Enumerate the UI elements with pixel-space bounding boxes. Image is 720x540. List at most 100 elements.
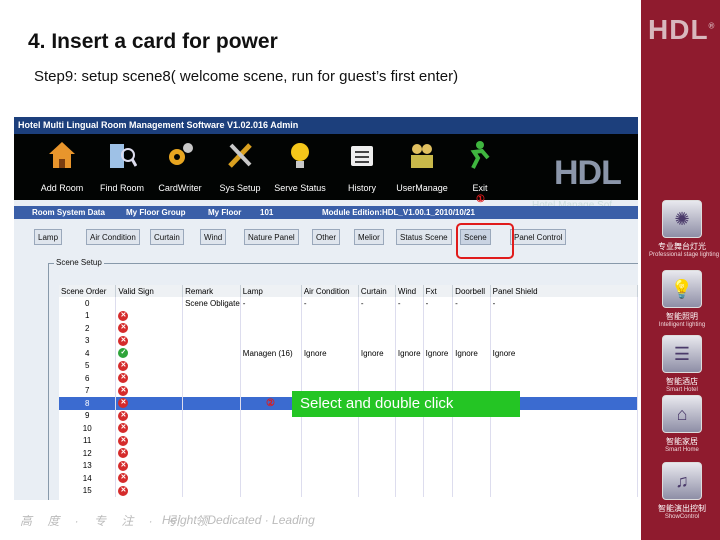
toolbar-button-sys-setup[interactable]: Sys Setup bbox=[210, 134, 270, 200]
column-header[interactable]: Doorbell bbox=[452, 285, 491, 297]
toolbar-button-find-room[interactable]: Find Room bbox=[92, 134, 152, 200]
stage-lighting-icon: ✺ bbox=[662, 200, 702, 238]
table-row[interactable]: 15 ✕ bbox=[59, 484, 638, 497]
cell-air bbox=[301, 422, 359, 435]
cell-remark bbox=[182, 334, 241, 347]
cell-remark bbox=[182, 484, 241, 497]
column-header[interactable]: Valid Sign bbox=[115, 285, 184, 297]
cell-air bbox=[301, 322, 359, 335]
toolbar-button-cardwriter[interactable]: CardWriter bbox=[150, 134, 210, 200]
table-row[interactable]: 11 ✕ bbox=[59, 434, 638, 447]
cell-air bbox=[301, 372, 359, 385]
table-row[interactable]: 5 ✕ bbox=[59, 359, 638, 372]
cell-curtain bbox=[358, 359, 396, 372]
tab-air-condition[interactable]: Air Condition bbox=[86, 229, 140, 245]
cell-panel: - bbox=[490, 297, 638, 310]
cell-remark bbox=[182, 397, 241, 410]
valid-sign-cell: ✕ bbox=[115, 372, 184, 385]
table-row[interactable]: 6 ✕ bbox=[59, 372, 638, 385]
valid-sign-cell: ✕ bbox=[115, 472, 184, 485]
cell-lamp bbox=[240, 459, 302, 472]
tab-panel-control[interactable]: Panel Control bbox=[510, 229, 567, 245]
toolbar-button-history[interactable]: History bbox=[332, 134, 392, 200]
list-icon bbox=[347, 140, 377, 170]
cell-order: 11 bbox=[59, 434, 117, 447]
cell-door bbox=[452, 359, 491, 372]
table-row[interactable]: 13 ✕ bbox=[59, 459, 638, 472]
floor-link[interactable]: My Floor bbox=[208, 208, 241, 217]
cell-curtain bbox=[358, 309, 396, 322]
table-row[interactable]: 0 Scene Obligate - - - - - - - bbox=[59, 297, 638, 310]
cell-door: - bbox=[452, 297, 491, 310]
column-header[interactable]: Panel Shield bbox=[490, 285, 638, 297]
toolbar-label: Exit bbox=[472, 183, 488, 193]
footer-slogan-en: Height · Dedicated · Leading bbox=[162, 513, 315, 527]
table-row[interactable]: 10 ✕ bbox=[59, 422, 638, 435]
toolbar-button-usermanage[interactable]: UserManage bbox=[392, 134, 452, 200]
toolbar-label: Serve Status bbox=[274, 183, 326, 193]
toolbar-button-exit[interactable]: Exit bbox=[450, 134, 510, 200]
toolbar-button-serve-status[interactable]: Serve Status bbox=[270, 134, 330, 200]
hotel-icon: ☰ bbox=[662, 335, 702, 373]
cell-fxt bbox=[423, 484, 454, 497]
cell-door bbox=[452, 434, 491, 447]
cell-remark bbox=[182, 347, 241, 360]
annotation-marker-2: ② bbox=[266, 398, 275, 409]
cell-door bbox=[452, 447, 491, 460]
invalid-x-icon: ✕ bbox=[118, 385, 129, 396]
tab-lamp[interactable]: Lamp bbox=[34, 229, 63, 245]
cell-order: 15 bbox=[59, 484, 117, 497]
invalid-x-icon: ✕ bbox=[118, 435, 129, 446]
table-row[interactable]: 1 ✕ bbox=[59, 309, 638, 322]
column-header[interactable]: Curtain bbox=[358, 285, 396, 297]
column-header[interactable]: Wind bbox=[395, 285, 424, 297]
toolbar-label: Find Room bbox=[99, 183, 144, 193]
bulb-icon: 💡 bbox=[662, 270, 702, 308]
cell-door bbox=[452, 322, 491, 335]
cell-lamp bbox=[240, 309, 302, 322]
tab-melior[interactable]: Melior bbox=[354, 229, 384, 245]
toolbar-label: UserManage bbox=[396, 183, 448, 193]
cell-fxt bbox=[423, 434, 454, 447]
cell-panel bbox=[490, 422, 638, 435]
table-row[interactable]: 14 ✕ bbox=[59, 472, 638, 485]
column-header[interactable]: Scene Order bbox=[59, 285, 117, 297]
valid-sign-cell: ✕ bbox=[115, 397, 184, 410]
cell-order: 9 bbox=[59, 409, 117, 422]
tab-other[interactable]: Other bbox=[312, 229, 341, 245]
valid-sign-cell: ✕ bbox=[115, 447, 184, 460]
column-header[interactable]: Air Condition bbox=[301, 285, 359, 297]
column-header[interactable]: Fxt bbox=[423, 285, 454, 297]
floor-group-link[interactable]: My Floor Group bbox=[126, 208, 186, 217]
tab-nature-panel[interactable]: Nature Panel bbox=[244, 229, 299, 245]
table-row[interactable]: 4 ✓ Managen (16) Ignore Ignore Ignore Ignore Ig… bbox=[59, 347, 638, 360]
table-row[interactable]: 2 ✕ bbox=[59, 322, 638, 335]
cell-order: 10 bbox=[59, 422, 117, 435]
show-control-icon: ♫ bbox=[662, 462, 702, 500]
sidebar-item-cn: 专业舞台灯光 bbox=[658, 242, 706, 251]
cell-curtain bbox=[358, 447, 396, 460]
cell-order: 14 bbox=[59, 472, 117, 485]
house-icon bbox=[47, 140, 77, 170]
table-row[interactable]: 3 ✕ bbox=[59, 334, 638, 347]
valid-sign-cell: ✕ bbox=[115, 409, 184, 422]
toolbar-button-add-room[interactable]: Add Room bbox=[32, 134, 92, 200]
cell-door bbox=[452, 484, 491, 497]
table-row[interactable]: 12 ✕ bbox=[59, 447, 638, 460]
column-header[interactable]: Lamp bbox=[240, 285, 302, 297]
cell-remark bbox=[182, 459, 241, 472]
cell-order: 3 bbox=[59, 334, 117, 347]
sidebar-item-cn: 智能家居 bbox=[666, 437, 698, 446]
toolbar-label: History bbox=[347, 183, 376, 193]
room-system-link[interactable]: Room System Data bbox=[32, 208, 105, 217]
tab-wind[interactable]: Wind bbox=[200, 229, 227, 245]
cell-fxt bbox=[423, 322, 454, 335]
tab-status-scene[interactable]: Status Scene bbox=[396, 229, 452, 245]
column-header[interactable]: Remark bbox=[182, 285, 241, 297]
tools-icon bbox=[225, 140, 255, 170]
cell-lamp bbox=[240, 334, 302, 347]
tab-curtain[interactable]: Curtain bbox=[150, 229, 184, 245]
cell-door bbox=[452, 309, 491, 322]
cell-door bbox=[452, 372, 491, 385]
cell-curtain bbox=[358, 484, 396, 497]
